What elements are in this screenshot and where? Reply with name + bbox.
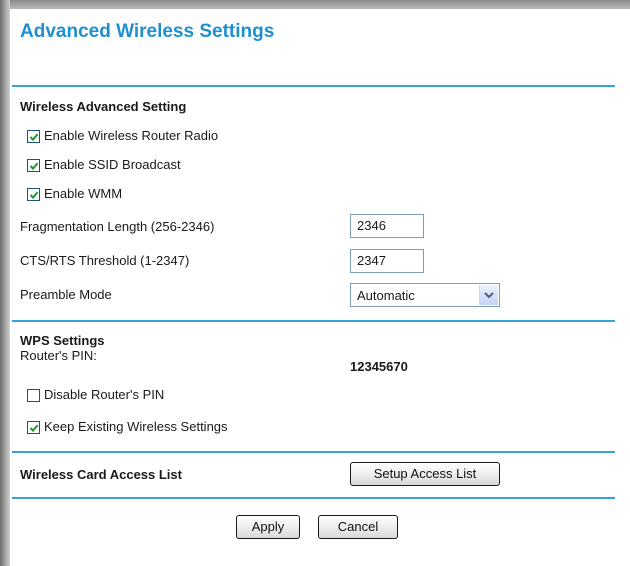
- access-list-label: Wireless Card Access List: [20, 467, 182, 482]
- enable-radio-label: Enable Wireless Router Radio: [44, 128, 219, 143]
- section-title-wireless-advanced: Wireless Advanced Setting: [20, 99, 187, 114]
- window-frame-top: [0, 0, 630, 9]
- fragmentation-length-label: Fragmentation Length (256-2346): [20, 219, 215, 234]
- checkmark-icon: [29, 424, 39, 433]
- disable-router-pin-checkbox[interactable]: [27, 389, 40, 402]
- checkmark-icon: [29, 162, 39, 171]
- checkmark-icon: [29, 133, 39, 142]
- enable-ssid-broadcast-label: Enable SSID Broadcast: [44, 157, 181, 172]
- section-title-wps: WPS Settings: [20, 333, 105, 348]
- fragmentation-length-input[interactable]: 2346: [350, 214, 424, 238]
- keep-existing-settings-checkbox[interactable]: [27, 421, 40, 434]
- dropdown-button[interactable]: [479, 285, 498, 305]
- enable-ssid-broadcast-checkbox[interactable]: [27, 159, 40, 172]
- divider: [12, 320, 615, 322]
- enable-wmm-label: Enable WMM: [44, 186, 123, 201]
- page-title: Advanced Wireless Settings: [20, 21, 275, 42]
- window-frame-left: [0, 0, 10, 566]
- keep-existing-settings-label: Keep Existing Wireless Settings: [44, 419, 228, 434]
- preamble-mode-value: Automatic: [357, 288, 415, 303]
- cts-rts-threshold-label: CTS/RTS Threshold (1-2347): [20, 253, 190, 268]
- cts-rts-threshold-input[interactable]: 2347: [350, 249, 424, 273]
- router-pin-label: Router's PIN:: [20, 348, 97, 363]
- enable-radio-checkbox[interactable]: [27, 130, 40, 143]
- chevron-down-icon: [484, 292, 494, 299]
- preamble-mode-label: Preamble Mode: [20, 287, 112, 302]
- preamble-mode-select[interactable]: Automatic: [350, 283, 500, 307]
- divider: [12, 497, 615, 499]
- enable-wmm-checkbox[interactable]: [27, 188, 40, 201]
- apply-button[interactable]: Apply: [236, 515, 300, 539]
- cancel-button[interactable]: Cancel: [318, 515, 398, 539]
- router-pin-value: 12345670: [350, 359, 408, 374]
- setup-access-list-button[interactable]: Setup Access List: [350, 462, 500, 486]
- divider: [12, 85, 615, 87]
- checkmark-icon: [29, 191, 39, 200]
- disable-router-pin-label: Disable Router's PIN: [44, 387, 165, 402]
- divider: [12, 451, 615, 453]
